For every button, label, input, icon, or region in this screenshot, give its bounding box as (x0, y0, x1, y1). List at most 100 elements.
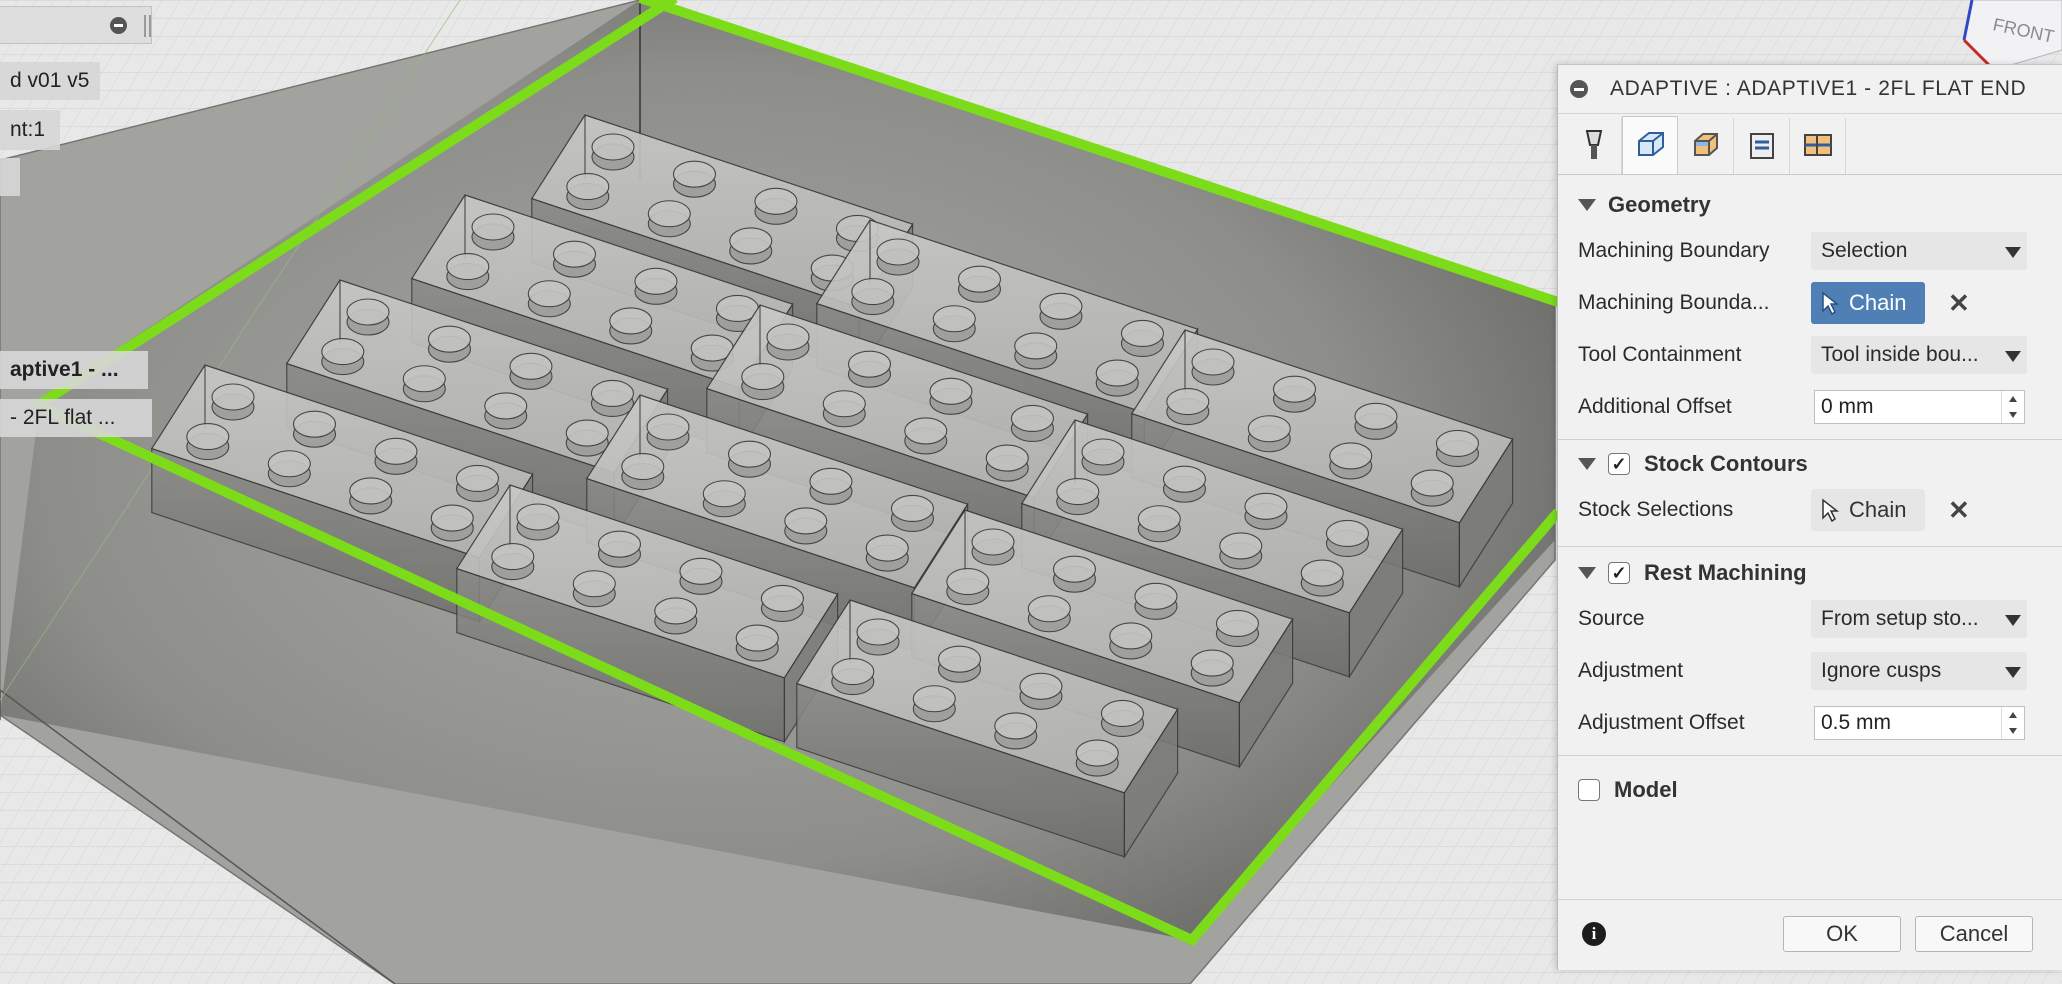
brick-stud-top (427, 325, 472, 353)
brick-stud-top (957, 265, 1002, 293)
stock-chain-label: Chain (1849, 497, 1907, 522)
brick-stud-top (491, 543, 535, 571)
boundary-selection-label: Machining Bounda... (1578, 291, 1770, 314)
expand-triangle-icon[interactable] (1578, 567, 1596, 579)
brick-stud-top (527, 280, 571, 308)
source-dropdown[interactable]: From setup sto... (1811, 600, 2027, 638)
dropdown-arrow-icon (2005, 615, 2021, 626)
drag-handle[interactable] (144, 15, 151, 37)
brick-stud-top (932, 305, 976, 333)
passes-tab-icon (1749, 133, 1774, 159)
dropdown-arrow-icon (2005, 667, 2021, 678)
geometry-tab-icon (1638, 131, 1664, 156)
geometry-section-header[interactable]: Geometry (1558, 185, 2062, 225)
operation-label[interactable]: aptive1 - ... (0, 351, 148, 389)
model-checkbox[interactable] (1578, 779, 1600, 801)
stock-contours-heading: Stock Contours (1644, 451, 1808, 476)
expand-triangle-icon[interactable] (1578, 199, 1596, 211)
brick-stud-top (1329, 442, 1373, 470)
browser-panel-bar[interactable] (0, 6, 152, 44)
brick-stud-top (784, 507, 828, 535)
brick-stud-top (890, 494, 934, 523)
model-section-header[interactable]: Model (1558, 770, 2062, 810)
brick-stud-top (186, 423, 230, 451)
tab-tool[interactable] (1566, 118, 1622, 174)
panel-footer: i OK Cancel (1558, 899, 2062, 970)
step-down-icon[interactable] (2009, 728, 2017, 734)
brick-stud-top (856, 618, 900, 646)
brick-stud-top (1191, 348, 1235, 376)
adjustment-offset-value: 0.5 mm (1821, 711, 1892, 734)
brick-stud-top (766, 323, 810, 351)
brick-stud-top (809, 467, 853, 495)
brick-stud-top (1435, 429, 1479, 458)
divider (1558, 439, 2062, 440)
stock-chain-button[interactable]: Chain (1811, 489, 1925, 531)
adjustment-row: Adjustment Ignore cusps (1558, 645, 2062, 697)
offset-stepper[interactable] (2001, 707, 2024, 739)
machining-boundary-dropdown[interactable]: Selection (1811, 232, 2027, 270)
clear-stock-icon[interactable]: ✕ (1948, 495, 1970, 526)
brick-stud-top (937, 645, 982, 673)
linking-tab-icon (1803, 134, 1832, 156)
offset-stepper[interactable] (2001, 391, 2024, 423)
brick-stud-top (430, 504, 474, 532)
heights-tab-icon (1693, 133, 1718, 156)
panel-header[interactable]: ADAPTIVE : ADAPTIVE1 - 2FL FLAT END (1558, 65, 2062, 114)
stock-contours-checkbox[interactable]: ✓ (1608, 453, 1630, 475)
additional-offset-row: Additional Offset 0 mm (1558, 381, 2062, 433)
machining-boundary-label: Machining Boundary (1578, 239, 1770, 262)
tool-containment-row: Tool Containment Tool inside bou... (1558, 329, 2062, 381)
step-up-icon[interactable] (2009, 396, 2017, 402)
dropdown-arrow-icon (2005, 247, 2021, 258)
tab-passes[interactable] (1734, 118, 1790, 174)
ok-button[interactable]: OK (1783, 916, 1901, 952)
brick-stud-top (929, 377, 973, 405)
cancel-button[interactable]: Cancel (1915, 916, 2033, 952)
brick-stud-top (321, 338, 365, 366)
adaptive-operation-panel: ADAPTIVE : ADAPTIVE1 - 2FL FLAT END Geom… (1557, 64, 2062, 970)
rest-machining-checkbox[interactable]: ✓ (1608, 562, 1630, 584)
view-cube[interactable]: FRONT (1954, 0, 2062, 70)
boundary-chain-button[interactable]: Chain (1811, 282, 1925, 324)
brick-stud-top (912, 685, 956, 713)
clear-boundary-icon[interactable]: ✕ (1948, 288, 1970, 319)
brick-stud-top (1109, 622, 1153, 650)
stock-contours-section-header[interactable]: ✓ Stock Contours (1558, 444, 2062, 484)
adjustment-dropdown[interactable]: Ignore cusps (1811, 652, 2027, 690)
brick-stud-top (1052, 555, 1097, 583)
source-row: Source From setup sto... (1558, 593, 2062, 645)
brick-stud-top (1354, 402, 1398, 430)
brick-stud-top (1010, 404, 1054, 433)
brick-stud-top (822, 390, 866, 418)
cursor-arrow-icon (1822, 498, 1839, 522)
rest-machining-section-header[interactable]: ✓ Rest Machining (1558, 553, 2062, 593)
brick-stud-top (609, 307, 653, 335)
expand-triangle-icon[interactable] (1578, 458, 1596, 470)
brick-stud-top (1100, 699, 1144, 728)
collapse-panel-icon[interactable] (1570, 80, 1588, 98)
brick-stud-top (727, 440, 772, 468)
divider (1558, 755, 2062, 756)
brick-stud-top (654, 597, 698, 625)
brick-stud-top (1056, 478, 1100, 506)
brick-stud-top (1166, 388, 1210, 416)
brick-stud-top (211, 383, 255, 411)
additional-offset-input[interactable]: 0 mm (1814, 390, 2025, 424)
brick-stud-top (634, 267, 678, 295)
source-value: From setup sto... (1821, 607, 1979, 630)
tool-containment-dropdown[interactable]: Tool inside bou... (1811, 336, 2027, 374)
step-up-icon[interactable] (2009, 712, 2017, 718)
adjustment-offset-input[interactable]: 0.5 mm (1814, 706, 2025, 740)
dropdown-arrow-icon (2005, 351, 2021, 362)
tab-geometry[interactable] (1622, 116, 1678, 174)
tab-heights[interactable] (1678, 118, 1734, 174)
tab-linking[interactable] (1790, 118, 1846, 174)
tool-label[interactable]: - 2FL flat ... (0, 399, 152, 437)
collapse-icon[interactable] (110, 17, 127, 34)
step-down-icon[interactable] (2009, 412, 2017, 418)
brick-stud-top (647, 200, 691, 228)
additional-offset-label: Additional Offset (1578, 395, 1732, 418)
info-icon[interactable]: i (1582, 922, 1606, 946)
brick-stud-top (597, 530, 642, 558)
